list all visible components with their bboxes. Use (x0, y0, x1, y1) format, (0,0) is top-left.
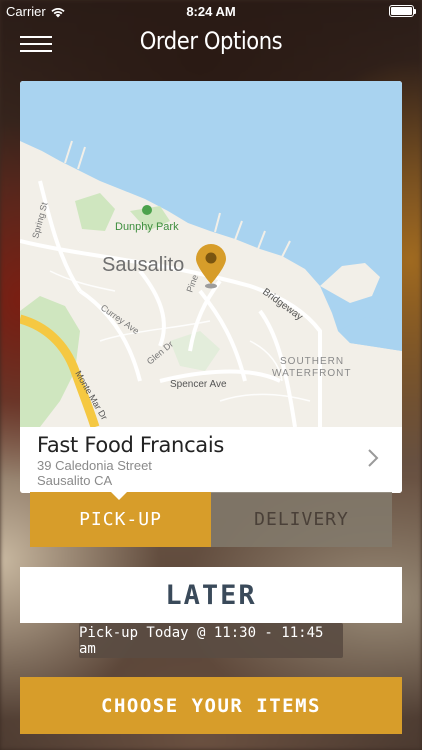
map-view[interactable]: Sausalito Dunphy Park Bridgeway Pine Spr… (20, 81, 402, 427)
tab-pickup[interactable]: PICK-UP (30, 492, 211, 547)
tab-delivery[interactable]: DELIVERY (211, 492, 392, 547)
status-time: 8:24 AM (186, 4, 236, 19)
navigation-bar: Order Options (0, 22, 422, 62)
later-button[interactable]: LATER (20, 567, 402, 623)
chevron-right-icon (368, 449, 379, 467)
battery-icon (389, 5, 416, 17)
status-bar: Carrier 8:24 AM (0, 0, 422, 22)
choose-items-button[interactable]: CHOOSE YOUR ITEMS (20, 677, 402, 734)
order-type-tabs: PICK-UP DELIVERY (30, 492, 392, 547)
map-label-town: Sausalito (102, 254, 184, 276)
pickup-time-label: Pick-up Today @ 11:30 - 11:45 am (79, 623, 343, 658)
map-label-park: Dunphy Park (115, 221, 179, 233)
restaurant-info-row[interactable]: Fast Food Francais 39 Caledonia Street S… (20, 427, 402, 493)
park-pin-icon (142, 205, 152, 215)
restaurant-street: 39 Caledonia Street (37, 458, 152, 473)
restaurant-city: Sausalito CA (37, 473, 113, 488)
page-title: Order Options (139, 27, 283, 55)
map-label-waterfront: WATERFRONT (272, 368, 351, 379)
location-card: Sausalito Dunphy Park Bridgeway Pine Spr… (20, 81, 402, 493)
restaurant-name: Fast Food Francais (37, 433, 225, 457)
map-label-southern: SOUTHERN (280, 356, 344, 367)
tab-pointer (111, 492, 127, 500)
map-label-spencer: Spencer Ave (170, 379, 227, 390)
